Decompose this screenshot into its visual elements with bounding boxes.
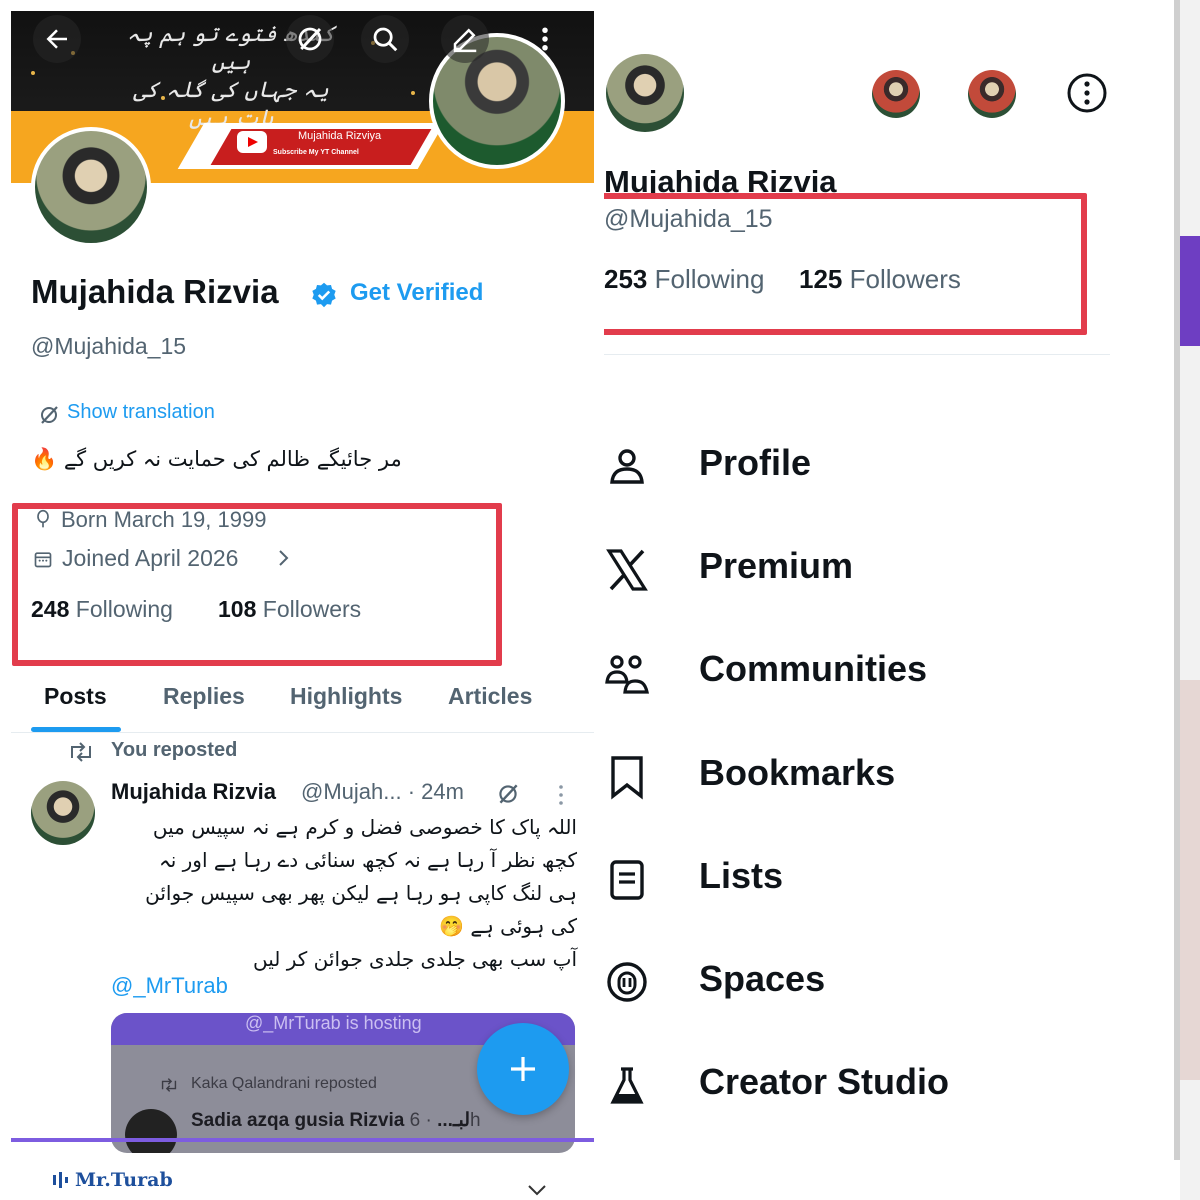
person-icon — [610, 449, 644, 484]
repost-icon — [71, 742, 91, 762]
search-button[interactable] — [361, 15, 409, 63]
switch-account-avatar[interactable] — [872, 70, 920, 118]
post-author-handle: @Mujah... · 24m — [301, 779, 464, 804]
profile-name: Mujahida Rizvia — [31, 273, 279, 310]
post-author-name[interactable]: Mujahida Rizvia — [111, 779, 276, 805]
communities-icon — [605, 655, 649, 694]
more-button[interactable] — [525, 15, 565, 63]
post-author-avatar[interactable] — [31, 781, 95, 845]
youtube-icon — [237, 131, 267, 153]
pencil-icon — [453, 28, 477, 53]
search-icon — [373, 27, 398, 52]
menu-divider — [604, 354, 1110, 355]
highlight-box-right — [604, 193, 1087, 335]
tab-posts[interactable]: Posts — [44, 683, 107, 710]
menu-item-creator-studio[interactable]: Creator Studio — [604, 1051, 1194, 1131]
repost-icon — [161, 1078, 177, 1092]
more-options-icon[interactable] — [1066, 72, 1108, 114]
banner-subscribe-text: Subscribe My YT Channel — [273, 149, 359, 156]
profile-handle: @Mujahida_15 — [31, 333, 187, 359]
post-time: · 24m — [407, 779, 464, 804]
grok-translate-icon — [41, 406, 58, 424]
grok-icon — [298, 27, 322, 51]
side-menu-screen: Mujahida Rizvia @Mujahida_15 253 Followi… — [604, 0, 1200, 1200]
verified-badge-icon — [312, 282, 336, 308]
watermark-logo: Mr.Turab — [75, 1169, 173, 1191]
grok-button[interactable] — [286, 15, 334, 63]
menu-item-communities[interactable]: Communities — [604, 638, 1194, 718]
show-translation-link[interactable]: Show translation — [67, 401, 215, 424]
highlight-box-left — [12, 503, 502, 666]
arrow-left-icon — [46, 29, 67, 49]
tab-highlights[interactable]: Highlights — [290, 683, 402, 710]
chevron-down-icon[interactable] — [526, 1183, 548, 1197]
post-text: اللہ پاک کا خصوصی فضل و کرم ہے نہ سپیس م… — [145, 815, 577, 971]
spaces-icon — [607, 962, 647, 1002]
menu-item-premium[interactable]: Premium — [604, 535, 1194, 615]
profile-screen: کندھ فتوے تو ہم پہ ہیں یہ جہاں کی گلہ کی… — [11, 11, 594, 1200]
banner-channel-name: Mujahida Rizviya — [298, 130, 382, 142]
background-edge — [1180, 0, 1200, 1200]
post-more-icon[interactable] — [557, 783, 565, 807]
tab-replies[interactable]: Replies — [163, 683, 245, 710]
menu-item-profile[interactable]: Profile — [604, 432, 1194, 512]
embed-author-line: Sadia azqa gusia Rizvia لبـ... · 6h — [191, 1110, 481, 1131]
compose-post-button[interactable] — [477, 1023, 569, 1115]
plus-icon — [511, 1057, 535, 1081]
flask-icon — [610, 1067, 644, 1104]
menu-item-spaces[interactable]: Spaces — [604, 948, 1194, 1028]
switch-account-avatar[interactable] — [968, 70, 1016, 118]
audio-bars-icon — [53, 1172, 68, 1188]
menu-item-bookmarks[interactable]: Bookmarks — [604, 742, 1194, 822]
more-vertical-icon — [542, 27, 548, 51]
divider-line — [11, 1138, 594, 1142]
grok-icon[interactable] — [495, 781, 521, 807]
active-tab-indicator — [31, 727, 121, 732]
profile-avatar[interactable] — [31, 127, 151, 247]
edit-button[interactable] — [441, 15, 489, 63]
profile-tabs: Posts Replies Highlights Articles — [11, 669, 594, 733]
space-hosting-label: @_MrTurab is hosting — [245, 1013, 422, 1033]
post-mention-link[interactable]: @_MrTurab — [111, 973, 228, 999]
menu-item-lists[interactable]: Lists — [604, 845, 1194, 925]
embed-reposted-label: Kaka Qalandrani reposted — [191, 1075, 377, 1092]
embed-author-avatar — [125, 1109, 177, 1153]
menu-profile-name: Mujahida Rizvia — [604, 164, 837, 194]
reposted-label: You reposted — [111, 739, 238, 761]
back-button[interactable] — [33, 15, 81, 63]
x-logo-icon — [606, 549, 648, 591]
get-verified-link[interactable]: Get Verified — [350, 279, 483, 307]
list-icon — [610, 860, 644, 900]
tab-articles[interactable]: Articles — [448, 683, 532, 710]
bookmark-icon — [611, 756, 643, 800]
profile-bio: مر جائیگے ظالم کی حمایت نہ کریں گے 🔥 — [31, 447, 402, 471]
menu-profile-avatar[interactable] — [606, 54, 684, 132]
